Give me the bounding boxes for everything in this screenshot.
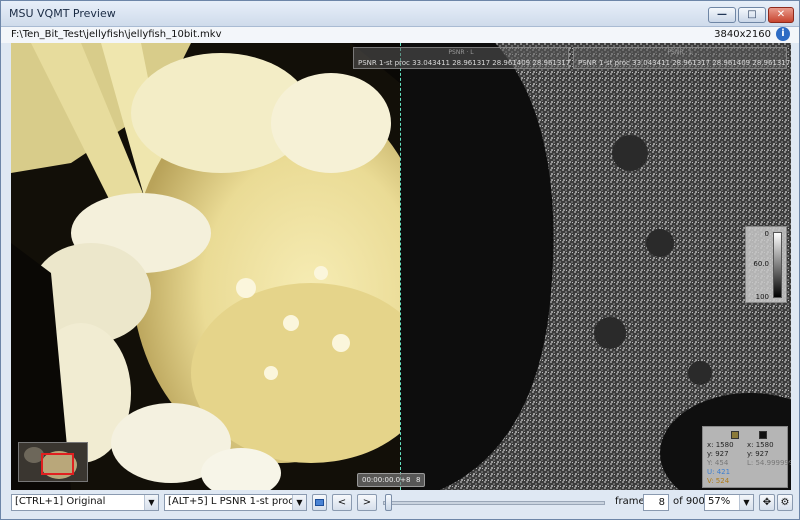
scale-bottom-label: 100 <box>755 293 769 301</box>
timecode-overlay: 00:00:00.0+8 8 <box>357 473 425 487</box>
metric-header: PSNR · L <box>448 49 474 56</box>
frame-slider[interactable] <box>383 494 605 511</box>
metric-values: 33.043411 28.961317 28.961409 28.961317 <box>632 59 791 67</box>
psnr-visualization-pane[interactable] <box>400 43 791 490</box>
window-icon <box>315 499 324 506</box>
chevron-down-icon: ▼ <box>144 495 158 510</box>
scale-gradient <box>773 232 782 298</box>
maximize-icon: □ <box>747 9 757 20</box>
video-viewer[interactable]: PSNR · L PSNR 1-st proc 33.043411 28.961… <box>11 43 791 490</box>
jellyfish-image <box>11 43 400 490</box>
scale-mid-label: 60.0 <box>753 260 769 268</box>
slider-track <box>383 501 605 505</box>
original-frame-pane[interactable] <box>11 43 400 490</box>
minimize-icon: — <box>717 9 727 20</box>
previous-frame-button[interactable]: < <box>332 494 352 511</box>
pixel-u-component: U: 421 <box>707 468 731 476</box>
info-icon[interactable]: i <box>776 27 790 41</box>
metric-label: PSNR 1-st proc <box>578 59 630 67</box>
scale-top-label: 0 <box>764 230 769 238</box>
settings-button[interactable]: ⚙ <box>777 494 793 511</box>
zoom-select-value: 57% <box>708 496 731 507</box>
metric-values: 33.043411 28.961317 28.961409 28.961317 <box>412 59 571 67</box>
navigator-thumbnail[interactable] <box>18 442 88 482</box>
pixel-y-left: y: 927 <box>707 450 729 458</box>
timecode-time: 00:00:00.0+8 <box>362 476 411 484</box>
pixel-y-component: Y: 454 <box>707 459 729 467</box>
pixel-v-component: V: 524 <box>707 477 730 485</box>
frame-label: frame <box>615 496 645 507</box>
original-pixel-swatch <box>731 431 739 439</box>
color-scale-legend: 0 60.0 100 <box>745 226 787 303</box>
split-line[interactable] <box>400 43 401 490</box>
gear-icon: ⚙ <box>780 497 790 508</box>
psnr-map-image <box>400 43 791 490</box>
metric-overlay-left: PSNR · L PSNR 1-st proc 33.043411 28.961… <box>353 47 571 69</box>
pixel-y-right: y: 927 <box>747 450 769 458</box>
view-mode-button[interactable] <box>312 494 327 511</box>
frame-total: of 900 <box>673 496 705 507</box>
next-frame-button[interactable]: > <box>357 494 377 511</box>
metric-overlay-right: PSNR · L PSNR 1-st proc 33.043411 28.961… <box>573 47 791 69</box>
file-path-bar: F:\Ten_Bit_Test\jellyfish\jellyfish_10bi… <box>1 27 799 43</box>
left-view-select[interactable]: [CTRL+1] Original ▼ <box>11 494 159 511</box>
pixel-info-panel: x: 1580 x: 1580 y: 927 y: 927 Y: 454 L: … <box>702 426 791 488</box>
viewport-marker[interactable] <box>41 453 74 475</box>
left-view-select-value: [CTRL+1] Original <box>15 496 106 507</box>
minimize-button[interactable]: — <box>708 7 736 23</box>
close-icon: ✕ <box>776 9 786 20</box>
window-title: MSU VQMT Preview <box>9 7 116 20</box>
close-button[interactable]: ✕ <box>768 7 794 23</box>
expand-arrows-icon: ✥ <box>762 497 772 508</box>
metric-label: PSNR 1-st proc <box>358 59 410 67</box>
pixel-x-left: x: 1580 <box>707 441 734 449</box>
pixel-l-value: L: 54.999999 <box>747 459 791 467</box>
right-view-select-value: [ALT+5] L PSNR 1-st proc <box>168 496 294 507</box>
chevron-down-icon: ▼ <box>739 495 753 510</box>
frame-number-input[interactable]: 8 <box>643 494 669 511</box>
title-bar[interactable]: MSU VQMT Preview — □ ✕ <box>1 1 799 27</box>
file-path: F:\Ten_Bit_Test\jellyfish\jellyfish_10bi… <box>11 29 222 40</box>
timecode-frame: 8 <box>416 476 421 484</box>
right-view-select[interactable]: [ALT+5] L PSNR 1-st proc ▼ <box>164 494 307 511</box>
app-window: MSU VQMT Preview — □ ✕ F:\Ten_Bit_Test\j… <box>0 0 800 520</box>
metric-pixel-swatch <box>759 431 767 439</box>
zoom-select[interactable]: 57% ▼ <box>704 494 754 511</box>
chevron-down-icon: ▼ <box>292 495 306 510</box>
slider-thumb[interactable] <box>385 494 392 511</box>
video-resolution: 3840x2160 <box>714 29 771 40</box>
bottom-toolbar: [CTRL+1] Original ▼ [ALT+5] L PSNR 1-st … <box>1 491 799 519</box>
pixel-x-right: x: 1580 <box>747 441 774 449</box>
metric-header: PSNR · L <box>667 49 693 56</box>
maximize-button[interactable]: □ <box>738 7 766 23</box>
fit-to-window-button[interactable]: ✥ <box>759 494 775 511</box>
